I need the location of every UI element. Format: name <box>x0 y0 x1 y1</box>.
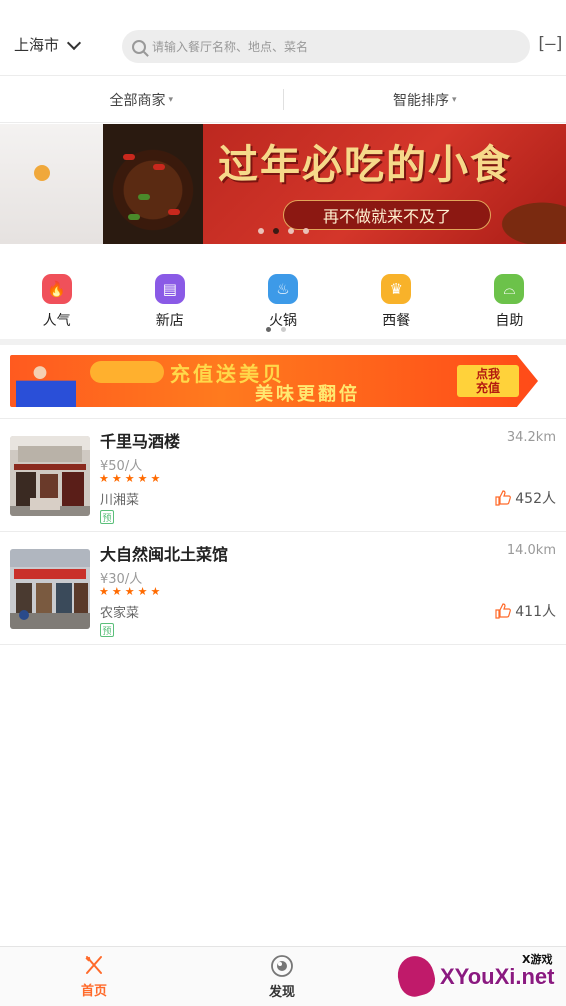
category-popular[interactable]: 🔥 人气 <box>0 262 113 338</box>
thumbs-up-icon <box>495 490 512 506</box>
category-buffet[interactable]: ⌓ 自助 <box>453 262 566 338</box>
filter-label: 智能排序 <box>392 92 449 109</box>
like-count[interactable]: 452人 <box>495 488 556 508</box>
fork-knife-icon <box>85 955 102 974</box>
like-count[interactable]: 411人 <box>495 601 556 621</box>
category-label: 人气 <box>42 313 71 329</box>
like-count-label: 452人 <box>515 491 556 507</box>
search-bar[interactable] <box>122 30 530 63</box>
storefront-icon: ▤ <box>154 274 185 304</box>
city-label: 上海市 <box>14 36 60 54</box>
restaurant-name: 大自然闽北土菜馆 <box>100 545 229 564</box>
tab-home[interactable]: 首页 <box>0 947 188 1006</box>
promo-line2: 美味更翻倍 <box>255 384 360 405</box>
caret-down-icon: ▾ <box>451 94 457 105</box>
cta-line2: 充值 <box>475 381 500 395</box>
restaurant-item[interactable]: 大自然闽北土菜馆 14.0km ¥30/人 ★★★★★ 农家菜 预 411人 <box>0 532 566 645</box>
pagination-dot[interactable] <box>288 228 294 234</box>
scan-icon[interactable]: [–] <box>536 34 565 54</box>
category-new-shops[interactable]: ▤ 新店 <box>113 262 226 338</box>
city-selector[interactable]: 上海市 <box>14 34 82 55</box>
recharge-promo-banner[interactable]: 充值送美贝 美味更翻倍 点我 充值 <box>10 355 538 407</box>
category-label: 自助 <box>495 313 524 329</box>
caret-down-icon: ▾ <box>168 94 174 105</box>
search-icon <box>132 39 146 54</box>
restaurant-item[interactable]: 千里马酒楼 34.2km ¥50/人 ★★★★★ 川湘菜 预 452人 <box>0 419 566 532</box>
pagination-dot[interactable] <box>303 228 309 234</box>
chef-hat-icon: ♛ <box>381 274 412 304</box>
restaurant-name: 千里马酒楼 <box>100 432 181 451</box>
banner-subtitle: 再不做就来不及了 <box>283 200 491 230</box>
reservation-badge: 预 <box>100 623 114 637</box>
banner-pagination <box>258 228 309 234</box>
banner-previous-slide <box>0 124 103 244</box>
thumbs-up-icon <box>495 603 512 619</box>
filter-smart-sort[interactable]: 智能排序 ▾ <box>284 77 566 122</box>
banner-carousel[interactable]: 过年必吃的小食 再不做就来不及了 <box>0 124 566 244</box>
section-divider <box>0 339 566 345</box>
hotpot-icon: ♨ <box>268 274 298 304</box>
filter-bar: 全部商家 ▾ 智能排序 ▾ <box>0 77 566 123</box>
restaurant-distance: 34.2km <box>506 430 556 445</box>
rating-stars: ★★★★★ <box>99 472 164 485</box>
pagination-dot[interactable] <box>258 228 264 234</box>
tab-label: 发现 <box>268 984 295 1000</box>
cloche-icon: ⌓ <box>494 274 525 304</box>
banner-title: 过年必吃的小食 <box>218 141 512 188</box>
compass-icon <box>271 954 293 977</box>
recharge-button[interactable]: 点我 充值 <box>457 365 519 397</box>
tab-discover[interactable]: 发现 <box>188 947 376 1006</box>
mascot-figure <box>16 357 76 407</box>
banner-slide[interactable]: 过年必吃的小食 再不做就来不及了 <box>103 124 566 244</box>
top-bar: 上海市 [–] <box>0 0 566 76</box>
restaurant-distance: 14.0km <box>506 543 556 558</box>
restaurant-cuisine: 川湘菜 <box>100 493 140 508</box>
reservation-badge: 预 <box>100 510 114 524</box>
watermark-text: XYouXi.net <box>440 964 555 989</box>
restaurant-list: 千里马酒楼 34.2km ¥50/人 ★★★★★ 川湘菜 预 452人 大自然闽… <box>0 418 566 645</box>
chevron-down-icon <box>66 35 82 50</box>
category-pagination <box>266 327 286 332</box>
flame-icon: 🔥 <box>41 274 72 304</box>
cta-line1: 点我 <box>475 367 500 381</box>
category-label: 西餐 <box>382 313 411 329</box>
filter-label: 全部商家 <box>109 92 166 109</box>
category-label: 新店 <box>155 313 184 329</box>
site-watermark: X游戏 XYouXi.net <box>393 948 566 1006</box>
tab-label: 首页 <box>80 983 107 999</box>
dish-image <box>103 124 203 244</box>
gamepad-logo-icon <box>393 952 439 1000</box>
rating-stars: ★★★★★ <box>99 585 164 598</box>
restaurant-photo <box>10 549 90 629</box>
filter-all-merchants[interactable]: 全部商家 ▾ <box>0 77 283 122</box>
search-input[interactable] <box>152 39 512 54</box>
pagination-dot <box>281 327 286 332</box>
category-western[interactable]: ♛ 西餐 <box>340 262 453 338</box>
sun-graphic <box>34 165 50 181</box>
restaurant-cuisine: 农家菜 <box>100 606 140 621</box>
pagination-dot-active[interactable] <box>273 228 279 234</box>
chili-image <box>486 194 566 244</box>
coin-graphic <box>90 361 164 383</box>
like-count-label: 411人 <box>515 604 556 620</box>
pagination-dot-active <box>266 327 271 332</box>
restaurant-photo <box>10 436 90 516</box>
